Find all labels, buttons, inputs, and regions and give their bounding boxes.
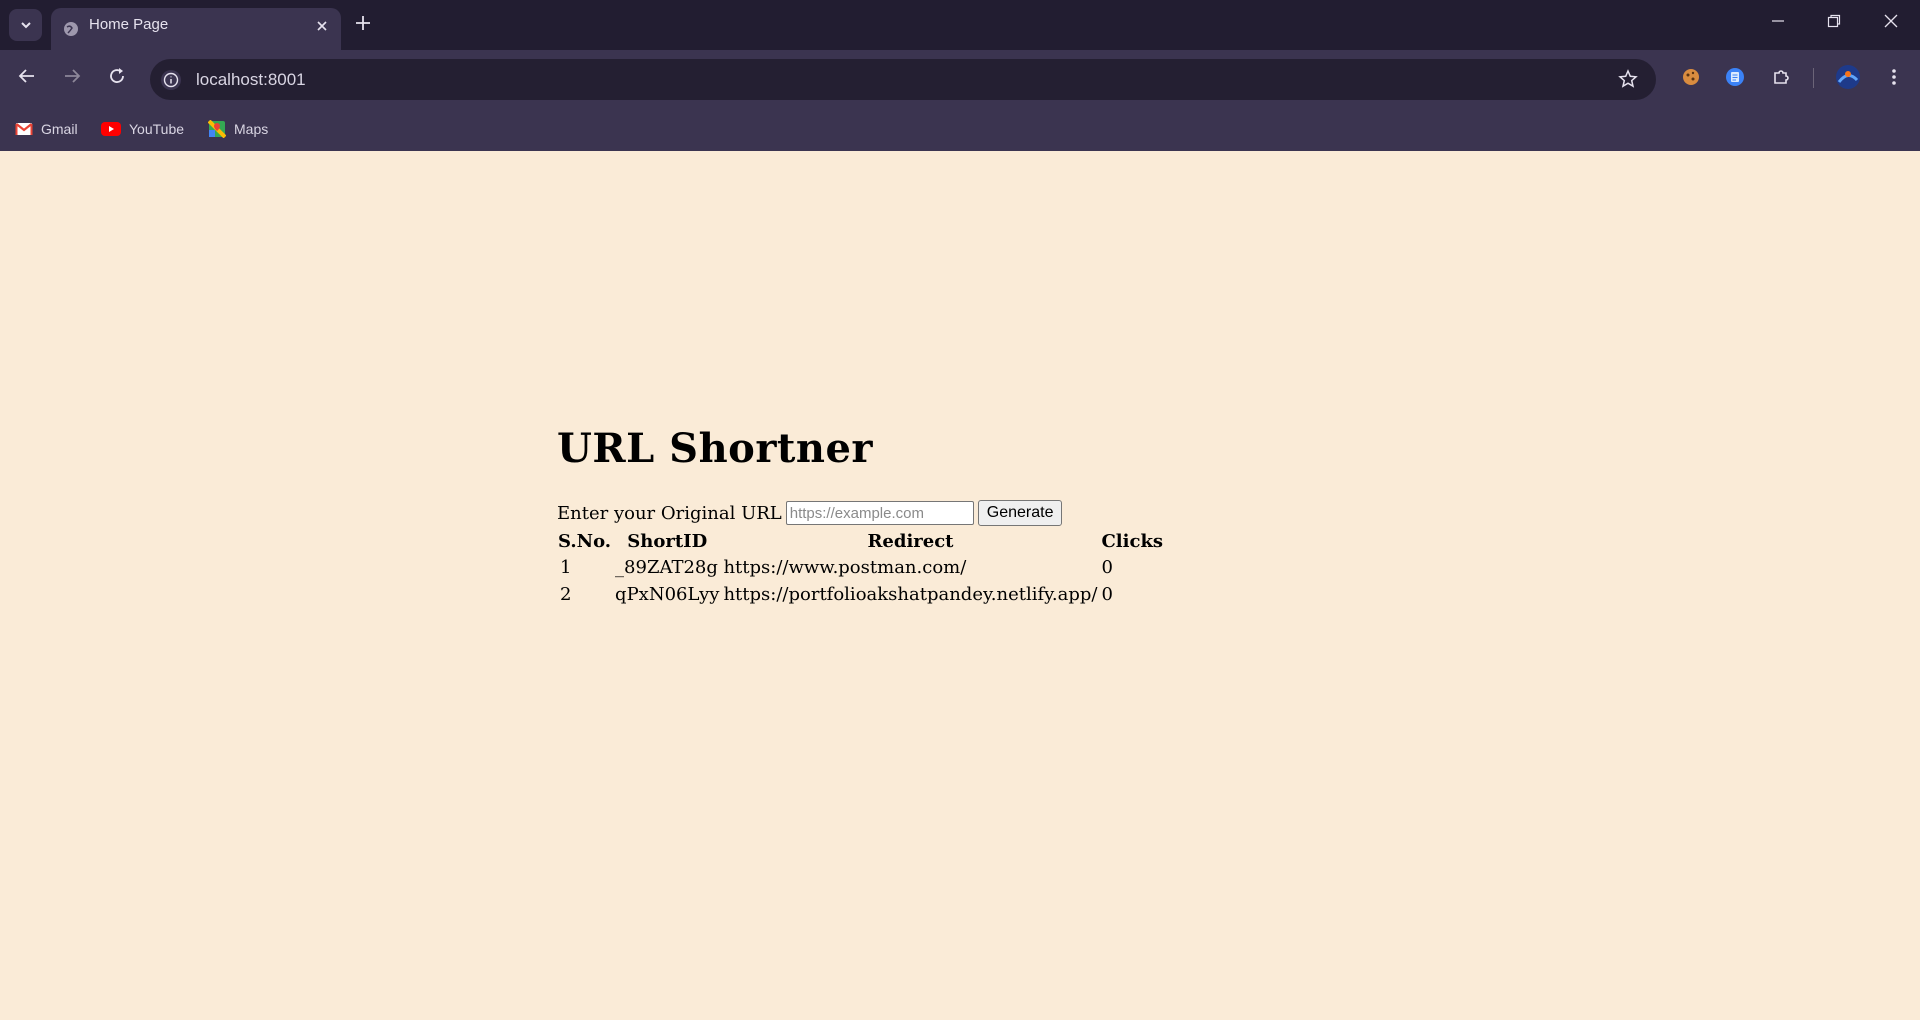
cell-clicks: 0 xyxy=(1101,584,1113,605)
page-title: URL Shortner xyxy=(557,425,873,472)
extensions-puzzle-icon[interactable] xyxy=(1771,67,1791,87)
url-text: localhost:8001 xyxy=(196,70,306,89)
chevron-down-icon xyxy=(20,22,31,29)
minimize-icon[interactable] xyxy=(1770,13,1786,29)
navigation-bar: localhost:8001 xyxy=(0,50,1920,108)
cookie-extension-icon[interactable] xyxy=(1681,67,1701,87)
table-header-row: S.No. ShortID Redirect Clicks xyxy=(557,530,1164,553)
profile-avatar-icon[interactable] xyxy=(1835,64,1861,90)
globe-icon xyxy=(64,22,78,36)
url-input-label: Enter your Original URL xyxy=(557,502,782,524)
cell-sno: 1 xyxy=(560,557,572,578)
main-content: URL Shortner Enter your Original URL Gen… xyxy=(557,425,1166,609)
urls-table: S.No. ShortID Redirect Clicks 1 _89ZAT28… xyxy=(555,528,1166,609)
more-menu-icon[interactable] xyxy=(1884,67,1904,87)
cell-clicks: 0 xyxy=(1101,557,1113,578)
back-arrow-icon[interactable] xyxy=(17,66,37,86)
address-bar[interactable]: localhost:8001 xyxy=(150,59,1656,100)
bookmark-gmail[interactable]: Gmail xyxy=(15,118,78,140)
bookmark-maps[interactable]: Maps xyxy=(208,118,268,140)
forward-arrow-icon[interactable] xyxy=(62,66,82,86)
new-tab-icon[interactable] xyxy=(354,14,372,32)
close-window-icon[interactable] xyxy=(1883,13,1899,29)
bookmark-star-icon[interactable] xyxy=(1618,69,1638,89)
toolbar-divider xyxy=(1813,68,1814,88)
cell-sno: 2 xyxy=(560,584,572,605)
tab-title: Home Page xyxy=(89,16,169,33)
column-header-clicks: Clicks xyxy=(1101,531,1164,552)
cell-redirect: https://www.postman.com/ xyxy=(723,557,967,578)
maps-icon xyxy=(208,120,226,138)
column-header-redirect: Redirect xyxy=(867,531,954,552)
column-header-sno: S.No. xyxy=(558,531,612,552)
document-extension-icon[interactable] xyxy=(1725,67,1745,87)
tab-search-button[interactable] xyxy=(9,9,42,41)
shorten-form: Enter your Original URL Generate xyxy=(557,500,1166,526)
close-tab-icon[interactable] xyxy=(315,19,329,33)
bookmark-label: Maps xyxy=(234,121,269,137)
generate-button[interactable]: Generate xyxy=(977,500,1063,526)
cell-shortid: _89ZAT28g xyxy=(615,557,718,578)
cell-shortid: qPxN06Lyy xyxy=(615,584,720,605)
tab-strip: Home Page xyxy=(0,0,1920,50)
reload-icon[interactable] xyxy=(107,66,127,86)
table-row: 1 _89ZAT28g https://www.postman.com/ 0 xyxy=(557,555,1164,580)
gmail-icon xyxy=(15,123,33,135)
restore-icon[interactable] xyxy=(1826,13,1842,29)
youtube-icon xyxy=(101,122,121,136)
page-viewport: URL Shortner Enter your Original URL Gen… xyxy=(0,151,1920,1020)
url-input[interactable] xyxy=(785,501,974,525)
cell-redirect: https://portfolioakshatpandey.netlify.ap… xyxy=(723,584,1098,605)
bookmark-label: Gmail xyxy=(41,121,78,137)
tab-home-page[interactable]: Home Page xyxy=(51,8,341,50)
bookmarks-bar: Gmail YouTube Maps xyxy=(0,108,1920,151)
table-row: 2 qPxN06Lyy https://portfolioakshatpande… xyxy=(557,582,1164,607)
bookmark-label: YouTube xyxy=(129,121,185,137)
site-info-icon[interactable] xyxy=(160,69,182,91)
column-header-shortid: ShortID xyxy=(627,531,708,552)
bookmark-youtube[interactable]: YouTube xyxy=(101,118,184,140)
